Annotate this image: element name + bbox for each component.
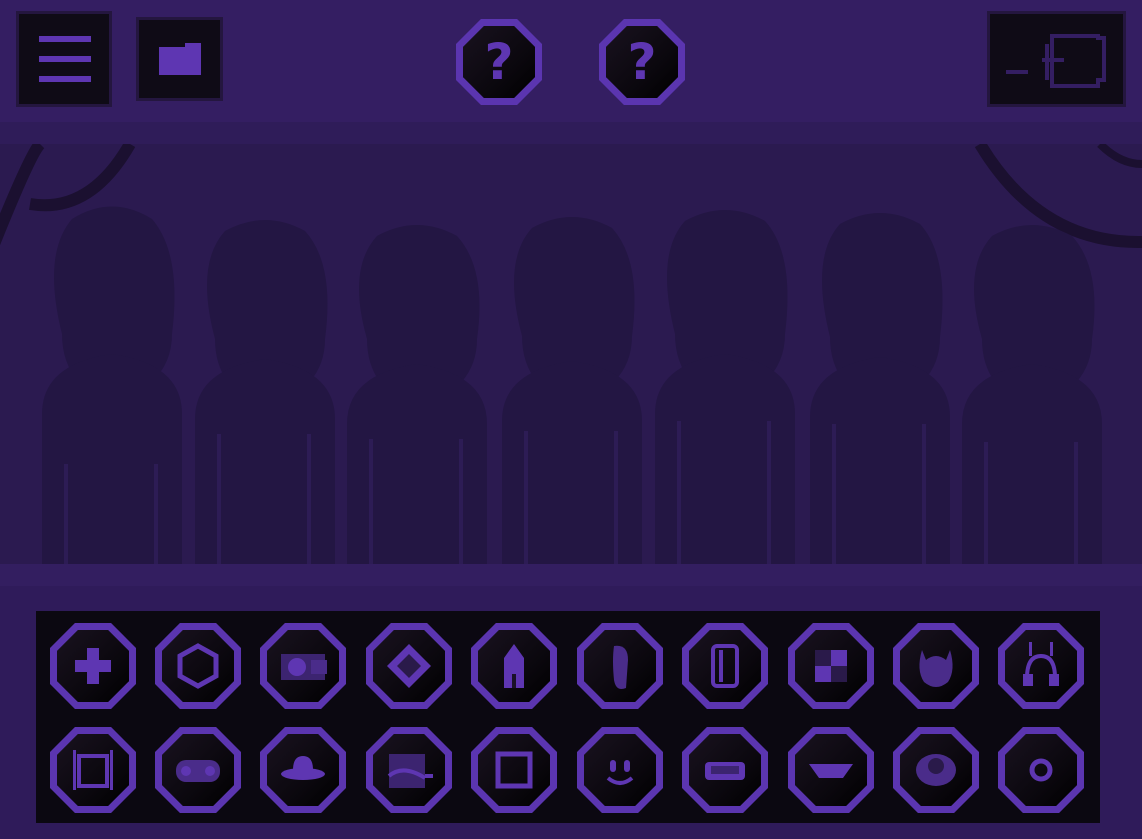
sound-button-pipe[interactable] (366, 727, 452, 813)
pipe-screen-icon (387, 754, 433, 788)
backpack-frame-icon (73, 750, 113, 790)
square-frame-icon (495, 751, 533, 789)
cylinder-icon (711, 644, 739, 688)
hexagon-icon (177, 643, 219, 689)
horned-helmet-icon (919, 650, 953, 687)
sound-button-plus[interactable] (50, 623, 136, 709)
top-bar-shadow (0, 122, 1142, 144)
bean-icon (613, 645, 628, 689)
menu-button[interactable] (19, 14, 109, 104)
plus-icon (75, 648, 111, 684)
sound-button-rocket[interactable] (471, 623, 557, 709)
power-button[interactable] (990, 14, 1123, 104)
character-slot-5[interactable] (635, 199, 815, 564)
rocket-icon (504, 644, 524, 688)
sound-button-eye[interactable] (893, 727, 979, 813)
visor-icon (705, 762, 745, 780)
hat-icon (281, 756, 325, 780)
stage-floor (0, 564, 1142, 586)
mustache-icon (809, 764, 853, 778)
diamond-sticker-icon (387, 644, 431, 688)
sound-button-hat[interactable] (260, 727, 346, 813)
question-icon: ? (484, 33, 514, 91)
antenna-headphones-icon (1023, 642, 1059, 686)
sound-button-gamepad[interactable] (155, 727, 241, 813)
character-slot-3[interactable] (327, 214, 507, 564)
help-button-1[interactable]: ? (456, 19, 542, 105)
sound-button-ring[interactable] (998, 727, 1084, 813)
help-button-2[interactable]: ? (599, 19, 685, 105)
question-icon: ? (627, 33, 657, 91)
character-slot-7[interactable] (942, 214, 1122, 564)
sound-button-helmet[interactable] (893, 623, 979, 709)
sound-button-smiley[interactable] (577, 727, 663, 813)
sound-button-diamond[interactable] (366, 623, 452, 709)
sound-button-checker[interactable] (788, 623, 874, 709)
gamepad-icon (176, 760, 220, 782)
sound-button-hexagon[interactable] (155, 623, 241, 709)
smiley-face-icon (606, 760, 634, 785)
sound-button-camera[interactable] (260, 623, 346, 709)
sound-button-cylinder[interactable] (682, 623, 768, 709)
sound-button-visor[interactable] (682, 727, 768, 813)
eye-icon (916, 754, 956, 786)
sound-button-mustache[interactable] (788, 727, 874, 813)
folder-icon (159, 43, 201, 75)
ring-icon (1029, 758, 1053, 782)
sound-button-backpack[interactable] (50, 727, 136, 813)
sound-button-antenna[interactable] (998, 623, 1084, 709)
folder-button[interactable] (139, 20, 220, 98)
character-stage (0, 144, 1142, 564)
sound-button-bean[interactable] (577, 623, 663, 709)
camera-icon (281, 654, 327, 680)
power-plug-icon (1006, 34, 1106, 88)
checker-icon (815, 650, 847, 682)
sound-button-square[interactable] (471, 727, 557, 813)
